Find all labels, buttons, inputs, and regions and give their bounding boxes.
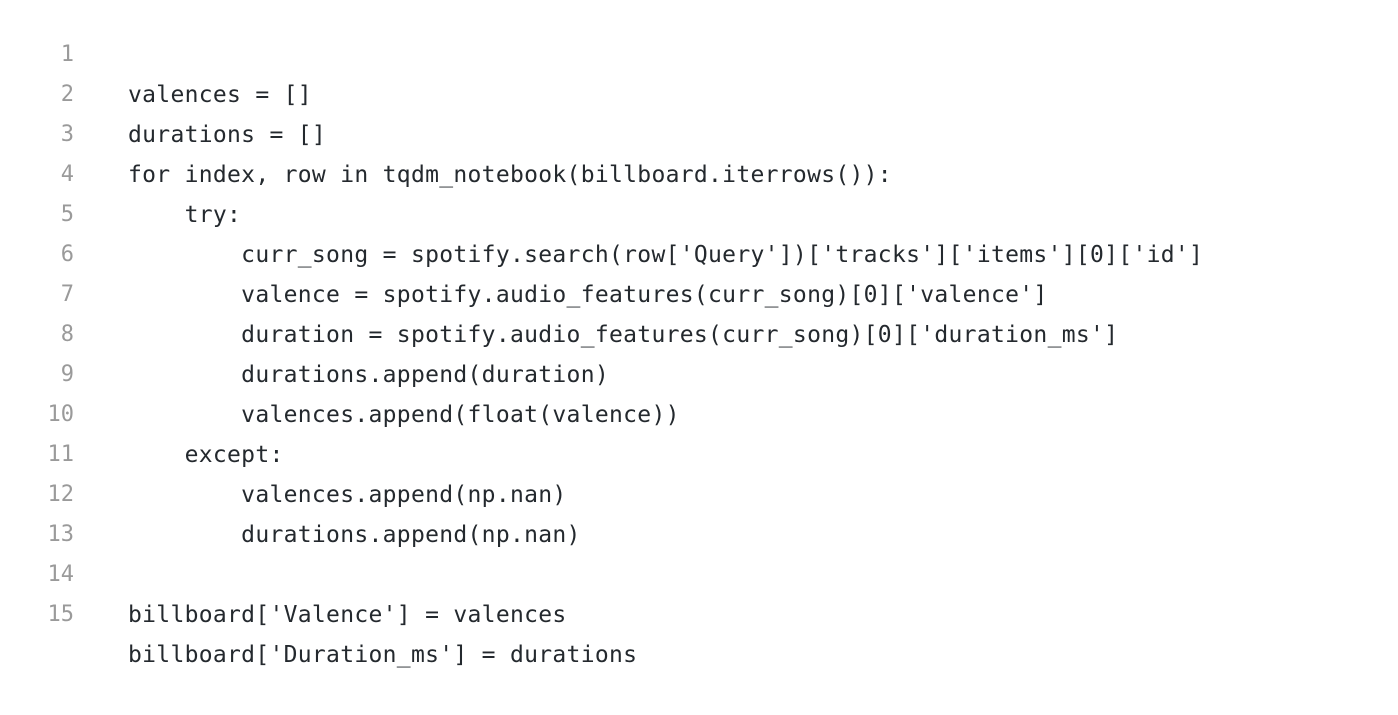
code-line-6: 6 valence = spotify.audio_features(curr_… [0,195,1398,308]
code-line-12: 12 durations.append(np.nan) [0,435,1398,548]
line-code[interactable]: billboard['Valence'] = valences [128,595,567,635]
code-line-4: 4 try: [0,115,1398,228]
code-view: 1 valences = [] 2 durations = [] 3 for i… [0,0,1398,668]
code-line-10: 10 except: [0,355,1398,468]
code-line-2: 2 durations = [] [0,35,1398,148]
code-line-1: 1 valences = [] [0,0,1398,108]
code-line-14: 14 billboard['Valence'] = valences [0,515,1398,628]
code-line-9: 9 valences.append(float(valence)) [0,315,1398,428]
code-line-7: 7 duration = spotify.audio_features(curr… [0,235,1398,348]
code-line-13: 13 [0,475,1398,547]
line-code[interactable]: billboard['Duration_ms'] = durations [128,635,637,675]
code-line-8: 8 durations.append(duration) [0,275,1398,388]
line-number: 15 [47,602,75,627]
code-line-11: 11 valences.append(np.nan) [0,395,1398,508]
code-line-3: 3 for index, row in tqdm_notebook(billbo… [0,75,1398,188]
code-line-15: 15 billboard['Duration_ms'] = durations [0,555,1398,668]
code-line-5: 5 curr_song = spotify.search(row['Query'… [0,155,1398,268]
